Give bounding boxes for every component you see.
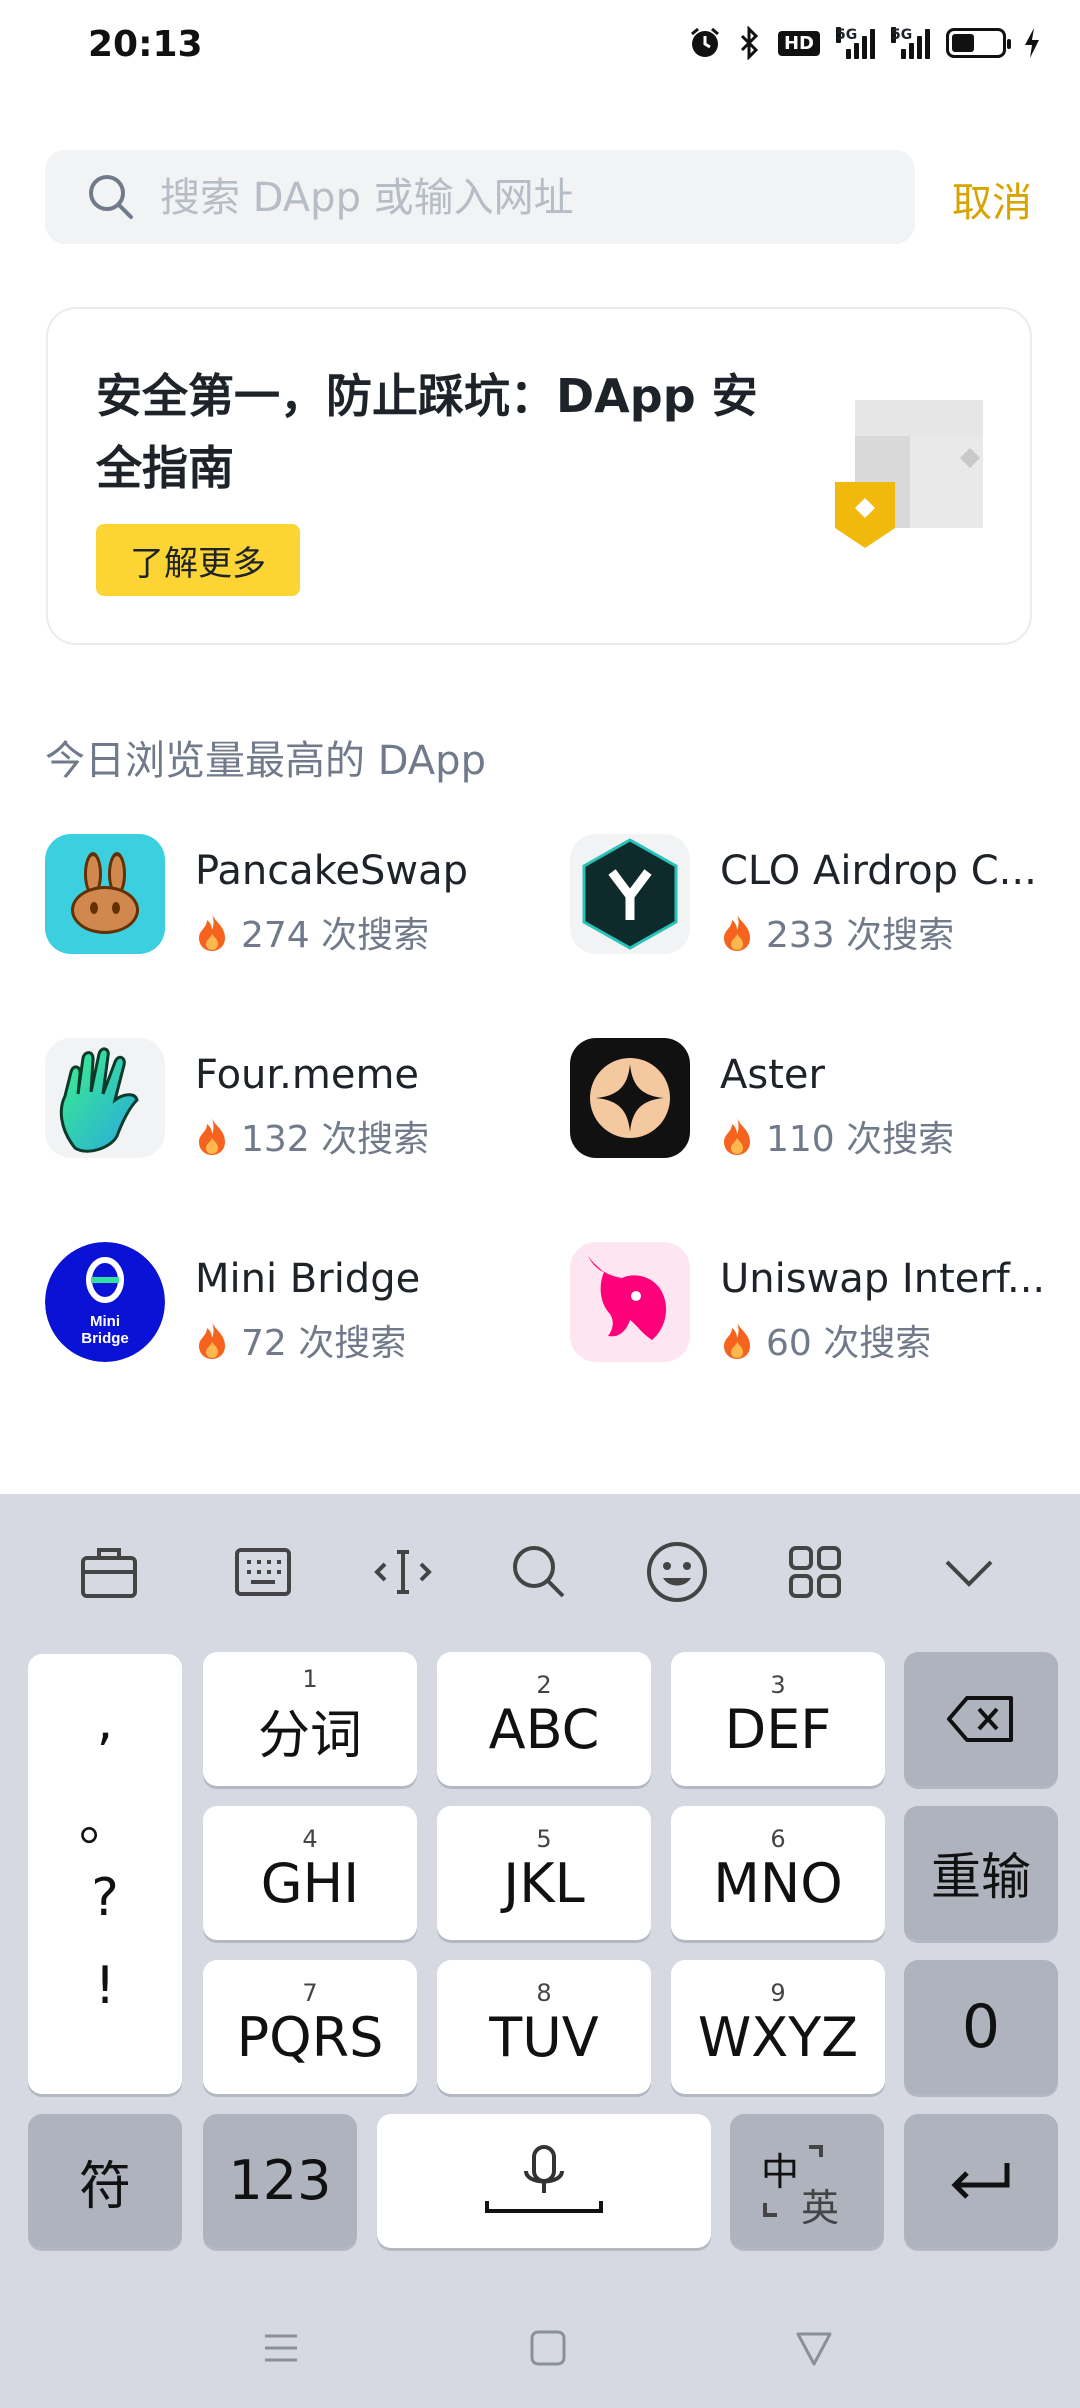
pancakeswap-logo <box>45 834 165 954</box>
charging-icon <box>1022 26 1042 60</box>
alarm-icon <box>688 26 722 60</box>
fire-icon <box>724 1322 750 1359</box>
key-9[interactable]: 9 WXYZ <box>671 1960 885 2094</box>
dapp-meta: 72 次搜索 <box>195 1314 406 1366</box>
dapp-item-pancakeswap[interactable]: PancakeSwap 274 次搜索 <box>45 834 545 964</box>
mini-bridge-logo: Mini Bridge <box>45 1242 165 1362</box>
key-5[interactable]: 5 JKL <box>437 1806 651 1940</box>
shield-illustration-icon <box>830 398 1000 558</box>
signal-icon-1: 5G <box>836 27 875 59</box>
key-6[interactable]: 6 MNO <box>671 1806 885 1940</box>
enter-key[interactable] <box>904 2114 1058 2248</box>
aster-logo <box>570 1038 690 1158</box>
keyboard-icon[interactable] <box>228 1542 298 1602</box>
key-7[interactable]: 7 PQRS <box>203 1960 417 2094</box>
space-key[interactable] <box>377 2114 711 2248</box>
search-count: 110 次搜索 <box>766 1119 955 1160</box>
dapp-meta: 110 次搜索 <box>720 1110 954 1162</box>
dapp-name: CLO Airdrop C... <box>720 848 1037 894</box>
punctuation-list[interactable]: , 。 ? ! <box>28 1654 182 2094</box>
home-icon[interactable] <box>518 2318 578 2378</box>
four-meme-logo <box>45 1038 165 1158</box>
signal-icon-2: 5G <box>891 27 930 59</box>
chevron-down-icon[interactable] <box>934 1542 1004 1602</box>
banner-title: 安全第一，防止踩坑：DApp 安全指南 <box>96 369 758 495</box>
battery-icon <box>946 28 1011 58</box>
svg-text:Mini: Mini <box>90 1313 120 1330</box>
grid-icon[interactable] <box>780 1542 850 1602</box>
search-input[interactable] <box>158 162 902 234</box>
language-switch-key[interactable]: 中 英 <box>730 2114 884 2248</box>
dapp-name: Four.meme <box>195 1052 420 1098</box>
backspace-icon <box>947 1696 1013 1742</box>
fire-icon <box>199 914 225 951</box>
toolbox-icon[interactable] <box>74 1542 144 1602</box>
dapp-meta: 60 次搜索 <box>720 1314 931 1366</box>
dapp-name: PancakeSwap <box>195 848 469 894</box>
menu-icon[interactable] <box>251 2318 311 2378</box>
search-count: 233 次搜索 <box>766 915 955 956</box>
enter-icon <box>951 2163 1010 2199</box>
learn-more-button[interactable]: 了解更多 <box>96 524 300 596</box>
numbers-key[interactable]: 123 <box>203 2114 357 2248</box>
search-count: 132 次搜索 <box>241 1119 430 1160</box>
key-2[interactable]: 2 ABC <box>437 1652 651 1786</box>
dapp-item-four-meme[interactable]: Four.meme 132 次搜索 <box>45 1038 545 1168</box>
microphone-icon <box>485 2145 603 2213</box>
fire-icon <box>724 1118 750 1155</box>
search-count: 60 次搜索 <box>766 1323 932 1364</box>
key-3[interactable]: 3 DEF <box>671 1652 885 1786</box>
search-icon <box>86 172 136 222</box>
dapp-name: Uniswap Interf... <box>720 1256 1046 1302</box>
emoji-icon[interactable] <box>642 1542 712 1602</box>
key-0[interactable]: 0 <box>904 1960 1058 2094</box>
punct-question[interactable]: ? <box>28 1868 182 1928</box>
key-1[interactable]: 1 分词 <box>203 1652 417 1786</box>
hd-voice-icon: HD <box>777 30 820 56</box>
dapp-item-uniswap[interactable]: Uniswap Interf... 60 次搜索 <box>570 1242 1070 1372</box>
search-count: 72 次搜索 <box>241 1323 407 1364</box>
dapp-item-aster[interactable]: Aster 110 次搜索 <box>570 1038 1070 1168</box>
punct-comma[interactable]: , <box>28 1692 182 1752</box>
reset-key[interactable]: 重输 <box>904 1806 1058 1940</box>
fire-icon <box>199 1118 225 1155</box>
dapp-name: Aster <box>720 1052 825 1098</box>
svg-text:Bridge: Bridge <box>81 1330 129 1347</box>
dapp-meta: 274 次搜索 <box>195 906 429 958</box>
key-4[interactable]: 4 GHI <box>203 1806 417 1940</box>
punct-exclaim[interactable]: ! <box>28 1956 182 2016</box>
search-count: 274 次搜索 <box>241 915 430 956</box>
uniswap-logo <box>570 1242 690 1362</box>
back-icon[interactable] <box>784 2318 844 2378</box>
symbols-key[interactable]: 符 <box>28 2114 182 2248</box>
dapp-meta: 233 次搜索 <box>720 906 954 958</box>
dapp-meta: 132 次搜索 <box>195 1110 429 1162</box>
punct-period[interactable]: 。 <box>28 1780 182 1855</box>
fire-icon <box>724 914 750 951</box>
dapp-name: Mini Bridge <box>195 1256 421 1302</box>
clo-airdrop-logo <box>570 834 690 954</box>
key-8[interactable]: 8 TUV <box>437 1960 651 2094</box>
keyboard-search-icon[interactable] <box>504 1542 574 1602</box>
section-title: 今日浏览量最高的 DApp <box>45 738 486 784</box>
dapp-item-mini-bridge[interactable]: Mini Bridge Mini Bridge 72 次搜索 <box>45 1242 545 1372</box>
bluetooth-icon <box>738 26 762 60</box>
status-time: 20:13 <box>88 24 203 65</box>
cursor-icon[interactable] <box>368 1542 438 1602</box>
fire-icon <box>199 1322 225 1359</box>
status-icons: HD 5G 5G <box>688 26 1042 60</box>
dapp-item-clo-airdrop[interactable]: CLO Airdrop C... 233 次搜索 <box>570 834 1070 964</box>
status-bar: 20:13 HD 5G 5G <box>0 0 1080 96</box>
backspace-key[interactable] <box>904 1652 1058 1786</box>
cancel-button[interactable]: 取消 <box>952 170 1032 228</box>
